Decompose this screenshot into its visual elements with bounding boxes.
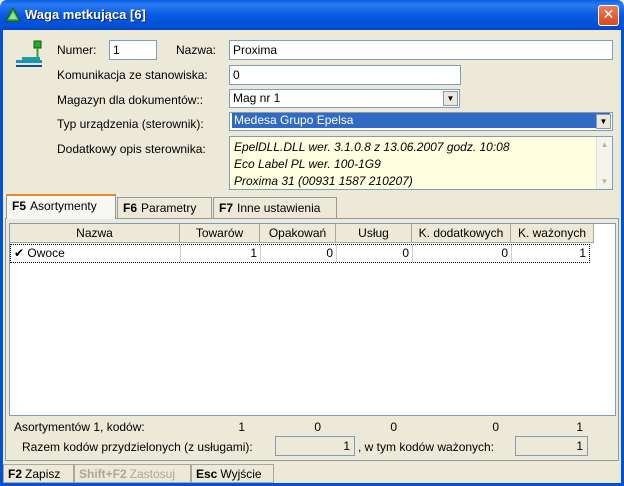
cell-nazwa: ✔ Owoce <box>11 245 181 262</box>
magazyn-select[interactable]: Mag nr 1 ▼ <box>229 89 460 108</box>
tab-parametry[interactable]: F6 Parametry <box>117 197 212 219</box>
summary-label: Asortymentów 1, kodów: <box>14 420 145 434</box>
nazwa-input[interactable]: Proxima <box>229 40 613 60</box>
key-label: Shift+F2 <box>79 467 127 481</box>
chevron-down-icon[interactable]: ▼ <box>596 114 611 129</box>
key-label: F2 <box>8 467 23 481</box>
window-title: Waga metkująca [6] <box>25 7 146 22</box>
wazonych-value: 1 <box>515 436 588 456</box>
key-action: Wyjście <box>220 467 262 481</box>
razem-label: Razem kodów przydzielonych (z usługami): <box>22 440 253 454</box>
typ-select-value: Medesa Grupo Epelsa <box>232 113 610 128</box>
wyjscie-button[interactable]: Esc Wyjście <box>191 464 274 483</box>
cell-k-dodatkowych: 0 <box>413 245 512 262</box>
cell-opakowan: 0 <box>261 245 337 262</box>
numer-input[interactable]: 1 <box>109 40 157 60</box>
cell-uslug: 0 <box>337 245 413 262</box>
typ-select[interactable]: Medesa Grupo Epelsa ▼ <box>229 112 613 131</box>
opis-label: Dodatkowy opis sterownika: <box>57 142 206 156</box>
cell-k-wazonych: 1 <box>579 246 586 260</box>
zapisz-button[interactable]: F2 Zapisz <box>3 464 74 483</box>
summary-k-dodatkowych: 0 <box>492 420 499 434</box>
summary-towarow: 1 <box>238 420 245 434</box>
summary-opakowan: 0 <box>314 420 321 434</box>
column-header-nazwa[interactable]: Nazwa <box>10 224 180 243</box>
key-action: Zastosuj <box>129 467 176 481</box>
column-header-opakowan[interactable]: Opakowań <box>260 224 336 243</box>
key-label: Esc <box>196 467 218 481</box>
asortymenty-grid[interactable]: Nazwa Towarów Opakowań Usług K. dodatkow… <box>9 223 616 416</box>
tab-label: Parametry <box>141 201 197 215</box>
green-arrow-icon <box>5 7 21 22</box>
cell-towarow: 1 <box>181 245 261 262</box>
key-action: Zapisz <box>25 467 61 481</box>
zastosuj-button[interactable]: Shift+F2 Zastosuj <box>74 464 191 483</box>
typ-label: Typ urządzenia (sterownik): <box>57 117 204 131</box>
scroll-up-icon[interactable]: ▲ <box>599 139 610 150</box>
tab-label: Inne ustawienia <box>237 201 321 215</box>
scroll-down-icon[interactable]: ▼ <box>599 176 610 187</box>
opis-line: Proxima 31 (00931 1587 210207) <box>234 174 413 188</box>
tab-label: Asortymenty <box>30 199 97 213</box>
razem-value: 1 <box>275 436 355 456</box>
tab-key: F6 <box>123 201 138 215</box>
komunikacja-label: Komunikacja ze stanowiska: <box>57 68 208 82</box>
opis-textarea[interactable]: EpelDLL.DLL wer. 3.1.0.8 z 13.06.2007 go… <box>229 136 613 190</box>
tab-inne-ustawienia[interactable]: F7 Inne ustawienia <box>213 197 337 219</box>
magazyn-select-value: Mag nr 1 <box>233 91 281 105</box>
opis-scrollbar[interactable]: ▲ ▼ <box>596 137 612 189</box>
magazyn-label: Magazyn dla dokumentów:: <box>57 93 204 107</box>
column-header-towarow[interactable]: Towarów <box>180 224 260 243</box>
summary-uslug: 0 <box>390 420 397 434</box>
wazonych-label: , w tym kodów ważonych: <box>358 440 495 454</box>
scale-icon <box>16 40 42 67</box>
column-header-k-dodatkowych[interactable]: K. dodatkowych <box>412 224 511 243</box>
row-name: Owoce <box>27 246 65 260</box>
opis-line: EpelDLL.DLL wer. 3.1.0.8 z 13.06.2007 go… <box>234 140 510 154</box>
column-header-uslug[interactable]: Usług <box>336 224 412 243</box>
tab-key: F7 <box>219 201 234 215</box>
column-header-k-wazonych[interactable]: K. ważonych <box>511 224 594 243</box>
opis-line: Eco Label PL wer. 100-1G9 <box>234 157 381 171</box>
table-row[interactable]: ✔ Owoce 1 0 0 0 1 <box>10 244 590 263</box>
komunikacja-input[interactable]: 0 <box>229 65 461 85</box>
nazwa-label: Nazwa: <box>176 43 217 57</box>
check-icon[interactable]: ✔ <box>14 246 24 260</box>
window-frame-left <box>0 30 3 486</box>
tab-key: F5 <box>12 199 27 213</box>
summary-k-wazonych: 1 <box>576 420 583 434</box>
numer-label: Numer: <box>57 43 97 57</box>
tab-asortymenty[interactable]: F5 Asortymenty <box>6 194 116 219</box>
close-button[interactable]: ✕ <box>598 5 619 26</box>
chevron-down-icon[interactable]: ▼ <box>443 91 458 106</box>
